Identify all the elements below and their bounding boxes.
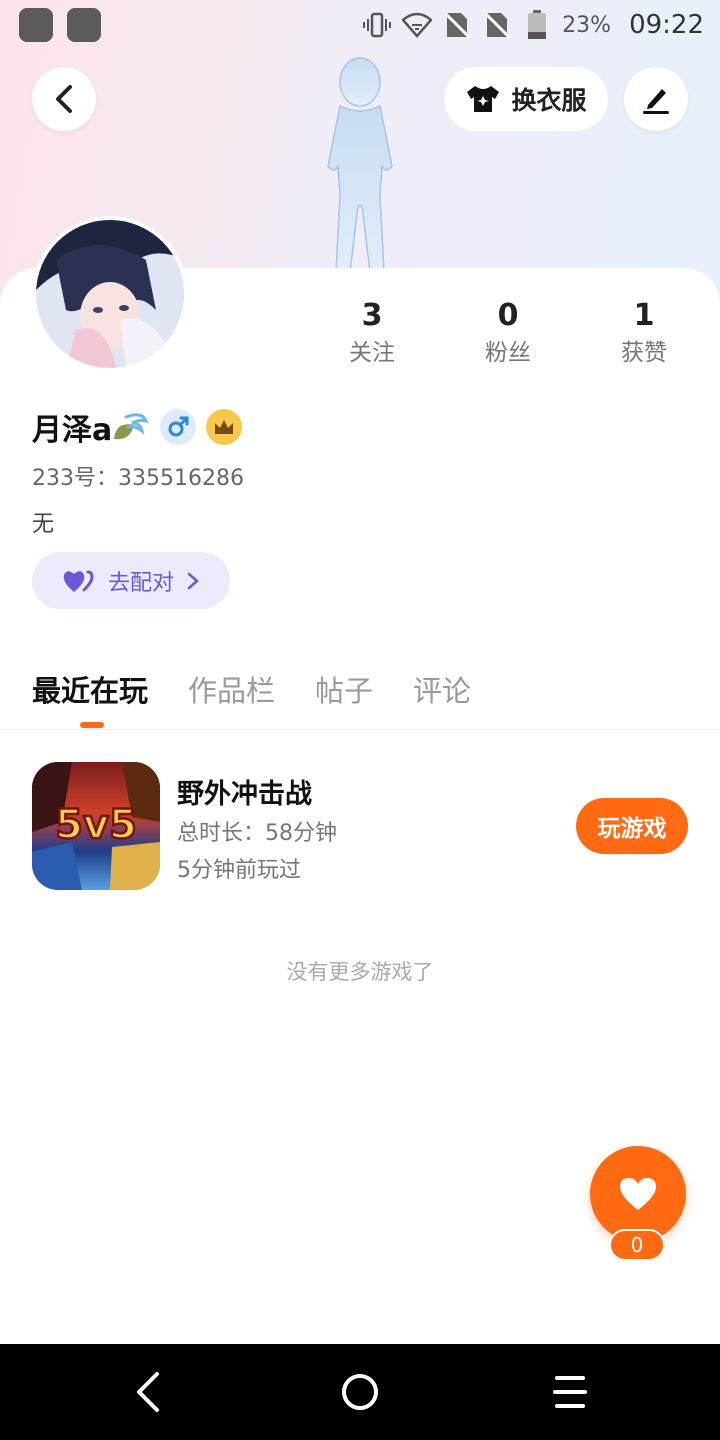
active-tab-indicator [80, 722, 104, 728]
stat-label: 获赞 [621, 340, 667, 366]
nav-home-button[interactable] [330, 1362, 390, 1422]
tab-posts[interactable]: 帖子 [315, 668, 373, 710]
user-id: 233号：335516286 [32, 466, 244, 491]
chevron-left-icon [56, 85, 72, 113]
match-button[interactable]: 去配对 [32, 552, 230, 609]
crown-icon [206, 409, 243, 445]
home-circle-icon [342, 1374, 378, 1410]
tab-divider [0, 729, 720, 730]
avatar[interactable] [32, 216, 188, 372]
chevron-right-icon [187, 572, 199, 589]
back-arrow-icon [137, 1372, 159, 1412]
stat-value: 3 [361, 298, 383, 333]
stat-likes[interactable]: 1 获赞 [594, 296, 694, 370]
avatar-figure-image [327, 57, 393, 273]
stat-following[interactable]: 3 关注 [322, 296, 422, 370]
shirt-icon [467, 86, 500, 112]
clock: 09:22 [629, 10, 704, 40]
notification-icon [19, 8, 53, 42]
stat-fans[interactable]: 0 粉丝 [458, 296, 558, 370]
stat-label: 关注 [349, 340, 395, 366]
notification-icon [67, 8, 101, 42]
game-icon-text: 5v5 [55, 802, 137, 848]
name-row: 月泽a [32, 404, 243, 450]
male-icon [160, 409, 197, 445]
game-title[interactable]: 野外冲击战 [177, 772, 312, 811]
nav-back-button[interactable] [118, 1362, 178, 1422]
back-button[interactable] [32, 67, 96, 131]
vibrate-icon [362, 10, 392, 40]
user-name: 月泽a [32, 413, 113, 448]
avatar-image [36, 220, 184, 368]
tab-comments[interactable]: 评论 [413, 668, 471, 710]
stat-label: 粉丝 [485, 340, 531, 366]
no-sim-icon [482, 10, 512, 40]
user-bio: 无 [32, 512, 55, 537]
stat-value: 1 [633, 298, 655, 333]
leaf-emoji-icon [114, 413, 149, 440]
game-total-time: 总时长：58分钟 [177, 821, 337, 846]
match-label: 去配对 [107, 570, 174, 596]
tab-recently-played[interactable]: 最近在玩 [32, 668, 148, 710]
play-game-button[interactable]: 玩游戏 [576, 798, 688, 854]
battery-percent: 23% [562, 12, 612, 38]
no-sim-icon [442, 10, 472, 40]
wifi-icon [402, 10, 433, 40]
game-icon[interactable]: 5v5 [32, 762, 160, 890]
profile-tabs: 最近在玩 作品栏 帖子 评论 [32, 664, 471, 714]
double-heart-icon [63, 570, 94, 592]
change-outfit-button[interactable]: 换衣服 [444, 67, 608, 131]
tab-works[interactable]: 作品栏 [188, 668, 275, 710]
edit-icon [643, 89, 669, 114]
system-navigation-bar [0, 1344, 720, 1440]
stat-value: 0 [497, 298, 519, 333]
status-bar: 23% 09:22 [0, 0, 720, 50]
battery-icon [522, 10, 552, 40]
edit-profile-button[interactable] [624, 67, 688, 131]
like-count: 0 [609, 1229, 665, 1261]
heart-icon [620, 1178, 656, 1210]
game-last-played: 5分钟前玩过 [177, 858, 301, 883]
nav-menu-button[interactable] [540, 1362, 600, 1422]
menu-icon [553, 1376, 587, 1408]
list-end-message: 没有更多游戏了 [286, 960, 434, 984]
change-outfit-label: 换衣服 [511, 86, 587, 115]
like-button[interactable] [590, 1146, 686, 1242]
